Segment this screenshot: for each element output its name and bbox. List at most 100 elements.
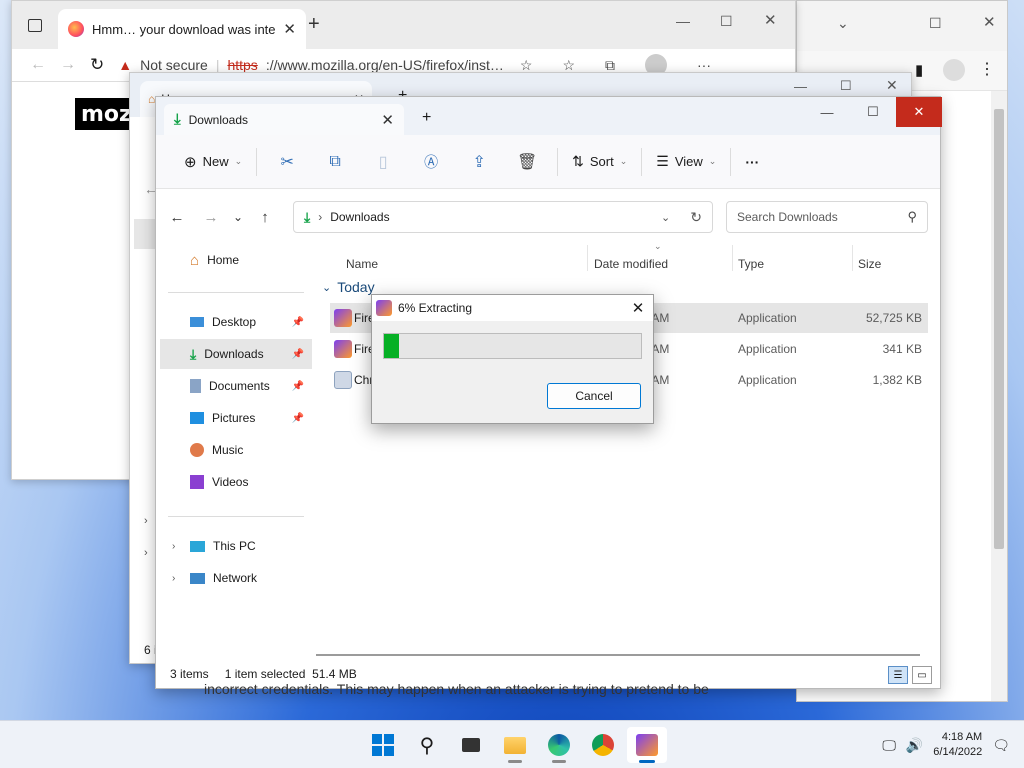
- pin-icon[interactable]: 📌: [292, 413, 304, 424]
- view-button[interactable]: ☰ View ⌄: [648, 146, 724, 178]
- column-header-type[interactable]: Type: [738, 257, 764, 271]
- sidebar-item-music[interactable]: Music: [160, 435, 312, 465]
- clock-date: 6/14/2022: [933, 746, 983, 758]
- close-icon[interactable]: ✕: [764, 11, 777, 29]
- close-icon[interactable]: ✕: [983, 13, 996, 31]
- chrome-taskbar-button[interactable]: [583, 727, 623, 763]
- close-tab-icon[interactable]: ✕: [283, 20, 296, 38]
- expand-chevron-icon[interactable]: ›: [144, 547, 148, 559]
- back-icon[interactable]: ←: [30, 56, 46, 74]
- system-tray: 🖵 🔊 4:18 AM 6/14/2022 🗨: [882, 721, 1010, 768]
- column-header-name[interactable]: Name: [346, 257, 378, 271]
- sidebar-item-documents[interactable]: Documents 📌: [160, 371, 312, 401]
- volume-icon[interactable]: 🔊: [906, 737, 923, 754]
- sidebar-item-network[interactable]: › Network: [160, 563, 312, 593]
- refresh-icon[interactable]: ↻: [690, 209, 702, 226]
- more-options-button[interactable]: ···: [737, 146, 767, 178]
- sort-button[interactable]: ⇅ Sort ⌄: [564, 146, 635, 178]
- favorite-add-icon[interactable]: ☆: [520, 57, 533, 74]
- new-tab-icon[interactable]: +: [308, 13, 320, 36]
- pin-icon[interactable]: 📌: [292, 349, 304, 360]
- expand-chevron-icon[interactable]: ›: [172, 541, 175, 552]
- sidebar-item-desktop[interactable]: Desktop 📌: [160, 307, 312, 337]
- navigation-pane: ⌂ Home Desktop 📌 ⤓ Downloads 📌 Documents…: [156, 245, 314, 660]
- url-text: ://www.mozilla.org/en-US/firefox/inst…: [265, 57, 504, 73]
- sidebar-item-home[interactable]: ⌂ Home: [160, 245, 312, 275]
- download-arrow-icon: ⤓: [174, 111, 181, 128]
- new-tab-icon[interactable]: +: [422, 109, 431, 127]
- forward-icon[interactable]: →: [60, 56, 76, 74]
- clock[interactable]: 4:18 AM 6/14/2022: [933, 730, 982, 760]
- expand-chevron-icon[interactable]: ›: [172, 573, 175, 584]
- more-icon[interactable]: ···: [697, 57, 711, 73]
- collections-icon[interactable]: ⧉: [605, 57, 615, 74]
- maximize-icon[interactable]: ☐: [720, 13, 733, 30]
- group-header-today[interactable]: ⌄ Today: [322, 279, 375, 295]
- share-button[interactable]: ⇪: [463, 146, 495, 178]
- pin-icon[interactable]: 📌: [292, 317, 304, 328]
- cut-button[interactable]: ✂: [271, 146, 303, 178]
- sidebar-item-pictures[interactable]: Pictures 📌: [160, 403, 312, 433]
- back-icon[interactable]: ←: [160, 209, 194, 226]
- cancel-button[interactable]: Cancel: [547, 383, 641, 409]
- security-label[interactable]: Not secure: [140, 57, 208, 73]
- start-button[interactable]: [363, 727, 403, 763]
- sidebar-item-downloads[interactable]: ⤓ Downloads 📌: [160, 339, 312, 369]
- close-icon[interactable]: ✕: [623, 299, 653, 317]
- minimize-icon[interactable]: —: [794, 79, 807, 94]
- pin-icon[interactable]: 📌: [292, 381, 304, 392]
- edge-taskbar-button[interactable]: [539, 727, 579, 763]
- notifications-icon[interactable]: 🗨: [992, 737, 1010, 754]
- documents-icon: [190, 379, 201, 393]
- task-view-button[interactable]: [451, 727, 491, 763]
- recent-locations-chevron-icon[interactable]: ⌄: [228, 210, 248, 224]
- details-view-icon[interactable]: ☰: [888, 666, 908, 684]
- profile-icon[interactable]: [943, 59, 965, 81]
- installer-taskbar-button[interactable]: [627, 727, 667, 763]
- delete-button[interactable]: 🗑: [511, 146, 543, 178]
- minimize-icon[interactable]: ⌄: [837, 15, 849, 32]
- paste-button[interactable]: ▯: [367, 146, 399, 178]
- close-window-button[interactable]: ✕: [896, 97, 942, 127]
- breadcrumb[interactable]: Downloads: [330, 210, 653, 224]
- column-divider: [587, 245, 588, 271]
- reading-view-icon[interactable]: ▮: [915, 61, 923, 79]
- new-button[interactable]: ⊕ New ⌄: [176, 146, 250, 178]
- close-icon[interactable]: ✕: [886, 77, 898, 94]
- horizontal-scrollbar[interactable]: [316, 654, 920, 656]
- favorites-icon[interactable]: ☆: [562, 57, 575, 74]
- search-input[interactable]: Search Downloads ⚲: [726, 201, 928, 233]
- minimize-icon[interactable]: —: [676, 13, 690, 29]
- maximize-icon[interactable]: ☐: [929, 15, 942, 32]
- toolbar-divider: [730, 147, 732, 176]
- explorer-tab-downloads[interactable]: ⤓ Downloads ✕: [164, 104, 404, 135]
- rename-button[interactable]: Ⓐ: [415, 146, 447, 178]
- search-button[interactable]: ⚲: [407, 727, 447, 763]
- chevron-down-icon[interactable]: ⌄: [661, 211, 670, 224]
- network-icon[interactable]: 🖵: [882, 737, 896, 754]
- column-header-date[interactable]: Date modified: [594, 257, 668, 271]
- file-type: Application: [738, 311, 797, 325]
- group-label: Today: [337, 279, 375, 295]
- tab-actions-icon[interactable]: [28, 19, 42, 32]
- maximize-icon[interactable]: ☐: [840, 78, 852, 94]
- copy-button[interactable]: ⧉: [319, 146, 351, 178]
- expand-chevron-icon[interactable]: ›: [144, 515, 148, 527]
- browser-tab[interactable]: Hmm… your download was inte ✕: [58, 9, 306, 49]
- refresh-icon[interactable]: ↻: [90, 55, 104, 75]
- menu-icon[interactable]: ⋮: [979, 59, 995, 79]
- file-explorer-taskbar-button[interactable]: [495, 727, 535, 763]
- sidebar-item-videos[interactable]: Videos: [160, 467, 312, 497]
- minimize-button[interactable]: —: [804, 97, 850, 127]
- up-arrow-icon[interactable]: ↑: [248, 209, 282, 226]
- scrollbar-thumb[interactable]: [994, 109, 1004, 549]
- column-header-size[interactable]: Size: [858, 257, 881, 271]
- view-icon: ☰: [656, 153, 669, 169]
- maximize-button[interactable]: ☐: [850, 97, 896, 127]
- explorer-address-bar[interactable]: ⤓ › Downloads ⌄ ↻: [293, 201, 713, 233]
- sidebar-item-this-pc[interactable]: › This PC: [160, 531, 312, 561]
- sidebar-divider: [168, 516, 304, 517]
- tiles-view-icon[interactable]: ▭: [912, 666, 932, 684]
- forward-icon[interactable]: →: [194, 209, 228, 226]
- close-tab-icon[interactable]: ✕: [381, 111, 394, 129]
